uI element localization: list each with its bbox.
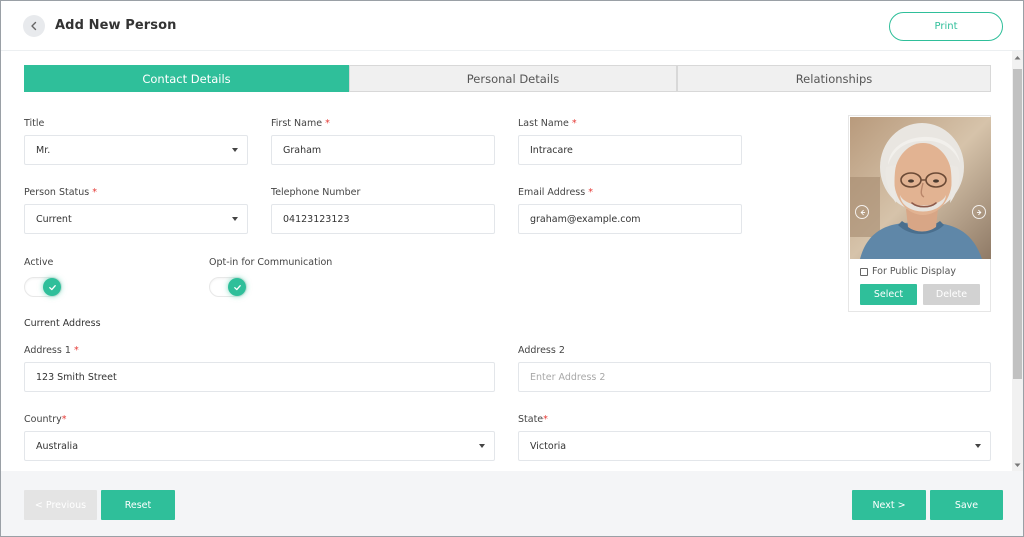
photo-card: For Public Display Select Delete	[848, 115, 991, 312]
delete-photo-button[interactable]: Delete	[923, 284, 980, 305]
print-button[interactable]: Print	[889, 12, 1003, 41]
first-name-field[interactable]: Graham	[271, 135, 495, 165]
opt-in-toggle[interactable]	[209, 276, 247, 297]
active-label: Active	[24, 257, 54, 268]
tab-relationships[interactable]: Relationships	[677, 65, 991, 92]
title-select[interactable]: Mr.	[24, 135, 248, 165]
state-label: State*	[518, 414, 548, 425]
scroll-down-arrow-icon[interactable]	[1012, 459, 1023, 471]
person-status-label: Person Status *	[24, 187, 97, 198]
telephone-label: Telephone Number	[271, 187, 361, 198]
tab-bar: Contact Details Personal Details Relatio…	[24, 65, 991, 92]
telephone-value: 04123123123	[283, 213, 350, 225]
person-status-value: Current	[36, 213, 72, 225]
back-button[interactable]	[23, 15, 45, 37]
scroll-up-arrow-icon[interactable]	[1012, 51, 1023, 63]
caret-down-icon	[479, 444, 485, 448]
last-name-label: Last Name *	[518, 118, 577, 129]
address1-label: Address 1 *	[24, 345, 79, 356]
app-window: Add New Person Print Contact Details Per…	[0, 0, 1024, 537]
page-header: Add New Person Print	[1, 1, 1023, 51]
country-select[interactable]: Australia	[24, 431, 495, 461]
person-portrait-image	[850, 117, 991, 259]
state-select[interactable]: Victoria	[518, 431, 991, 461]
opt-in-label: Opt-in for Communication	[209, 257, 333, 268]
address1-field[interactable]: 123 Smith Street	[24, 362, 495, 392]
title-label: Title	[24, 118, 45, 129]
toggle-knob	[228, 278, 246, 296]
photo-next-arrow-icon[interactable]	[972, 205, 986, 219]
vertical-scrollbar[interactable]	[1012, 51, 1023, 471]
state-value: Victoria	[530, 440, 567, 452]
next-button[interactable]: Next >	[852, 490, 926, 520]
country-value: Australia	[36, 440, 79, 452]
first-name-label: First Name *	[271, 118, 330, 129]
check-icon	[48, 284, 56, 290]
address2-placeholder: Enter Address 2	[530, 371, 606, 383]
select-photo-button[interactable]: Select	[860, 284, 917, 305]
address1-value: 123 Smith Street	[36, 371, 117, 383]
caret-down-icon	[232, 148, 238, 152]
email-value: graham@example.com	[530, 213, 641, 225]
active-toggle[interactable]	[24, 276, 62, 297]
first-name-value: Graham	[283, 144, 322, 156]
public-display-checkbox[interactable]	[860, 267, 868, 276]
public-display-label: For Public Display	[872, 266, 957, 277]
current-address-heading: Current Address	[24, 318, 101, 329]
toggle-knob	[43, 278, 61, 296]
last-name-value: Intracare	[530, 144, 573, 156]
address2-label: Address 2	[518, 345, 565, 356]
email-label: Email Address *	[518, 187, 593, 198]
reset-button[interactable]: Reset	[101, 490, 175, 520]
last-name-field[interactable]: Intracare	[518, 135, 742, 165]
previous-button[interactable]: < Previous	[24, 490, 97, 520]
profile-photo	[850, 117, 991, 259]
caret-down-icon	[232, 217, 238, 221]
check-icon	[233, 284, 241, 290]
caret-down-icon	[975, 444, 981, 448]
page-title: Add New Person	[55, 18, 177, 33]
save-button[interactable]: Save	[930, 490, 1003, 520]
title-select-value: Mr.	[36, 144, 51, 156]
photo-prev-arrow-icon[interactable]	[855, 205, 869, 219]
tab-personal-details[interactable]: Personal Details	[349, 65, 677, 92]
email-field[interactable]: graham@example.com	[518, 204, 742, 234]
scroll-thumb[interactable]	[1013, 69, 1022, 379]
tab-contact-details[interactable]: Contact Details	[24, 65, 349, 92]
address2-field[interactable]: Enter Address 2	[518, 362, 991, 392]
country-label: Country*	[24, 414, 67, 425]
footer-bar: < Previous Reset Next > Save	[1, 471, 1023, 536]
person-status-select[interactable]: Current	[24, 204, 248, 234]
chevron-left-icon	[31, 21, 37, 31]
telephone-field[interactable]: 04123123123	[271, 204, 495, 234]
public-display-row[interactable]: For Public Display	[860, 266, 956, 277]
